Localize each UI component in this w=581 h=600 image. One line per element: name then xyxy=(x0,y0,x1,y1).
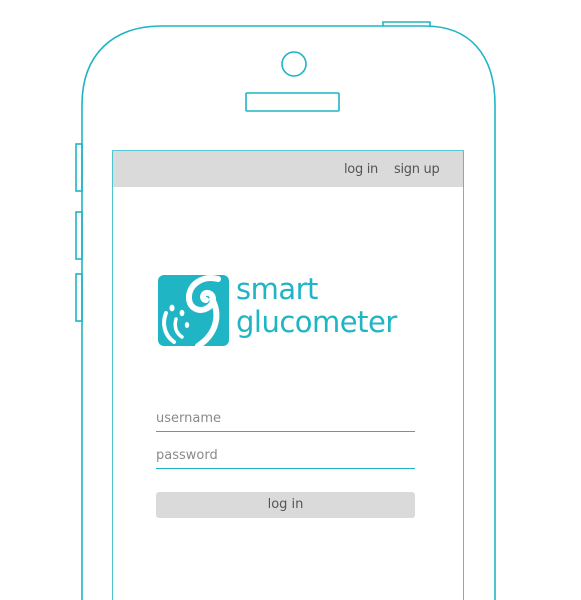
phone-mockup: log in sign up smart glucometer username… xyxy=(0,0,581,600)
username-field[interactable] xyxy=(156,406,415,432)
logo-title-glucometer: glucometer xyxy=(236,305,397,339)
top-nav-bar: log in sign up xyxy=(113,151,463,187)
speaker-grille xyxy=(245,92,340,112)
mute-switch xyxy=(75,143,83,192)
logo-title-smart: smart xyxy=(236,272,318,306)
nav-login-link[interactable]: log in xyxy=(344,162,378,177)
username-input[interactable] xyxy=(156,406,415,431)
volume-down-button xyxy=(75,273,83,322)
password-field[interactable] xyxy=(156,443,415,469)
smart-glucometer-logo-icon xyxy=(158,275,229,346)
camera-icon xyxy=(281,51,307,77)
app-screen: log in sign up smart glucometer username… xyxy=(113,151,463,600)
login-button[interactable]: log in xyxy=(156,492,415,518)
nav-signup-link[interactable]: sign up xyxy=(394,162,440,177)
password-input[interactable] xyxy=(156,443,415,468)
volume-up-button xyxy=(75,211,83,260)
